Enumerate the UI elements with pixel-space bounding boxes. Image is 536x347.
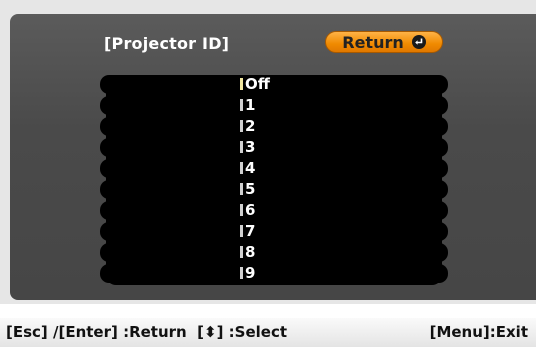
- option-4[interactable]: 4: [100, 159, 448, 178]
- option-label: 5: [245, 180, 256, 198]
- option-label: 7: [245, 222, 256, 240]
- option-marker: [240, 162, 243, 174]
- selection-marker: [240, 78, 243, 90]
- option-marker: [240, 204, 243, 216]
- option-label: 3: [245, 138, 256, 156]
- enter-icon: [411, 35, 426, 49]
- projector-id-list: Off 1 2 3 4 5 6 7 8 9: [100, 75, 448, 285]
- option-3[interactable]: 3: [100, 138, 448, 157]
- option-marker: [240, 141, 243, 153]
- option-1[interactable]: 1: [100, 96, 448, 115]
- option-label: 8: [245, 243, 256, 261]
- option-label: 4: [245, 159, 256, 177]
- option-8[interactable]: 8: [100, 243, 448, 262]
- option-marker: [240, 120, 243, 132]
- osd-background: [Projector ID] Return Off 1 2 3 4 5 6 7 …: [0, 0, 536, 304]
- option-label: 6: [245, 201, 256, 219]
- option-marker: [240, 246, 243, 258]
- return-button[interactable]: Return: [325, 31, 443, 53]
- option-label: Off: [245, 75, 270, 93]
- option-5[interactable]: 5: [100, 180, 448, 199]
- option-off[interactable]: Off: [100, 75, 448, 94]
- option-label: 2: [245, 117, 256, 135]
- option-marker: [240, 225, 243, 237]
- option-marker: [240, 99, 243, 111]
- option-6[interactable]: 6: [100, 201, 448, 220]
- help-instructions: [Esc] /[Enter] :Return [⬍] :Select: [6, 323, 288, 341]
- help-exit: [Menu]:Exit: [429, 323, 528, 341]
- option-9[interactable]: 9: [100, 264, 448, 283]
- option-marker: [240, 183, 243, 195]
- option-marker: [240, 267, 243, 279]
- menu-title: [Projector ID]: [104, 34, 230, 53]
- option-label: 9: [245, 264, 256, 282]
- help-bar: [Esc] /[Enter] :Return [⬍] :Select [Menu…: [0, 318, 536, 347]
- option-7[interactable]: 7: [100, 222, 448, 241]
- option-2[interactable]: 2: [100, 117, 448, 136]
- return-button-label: Return: [342, 32, 404, 52]
- option-label: 1: [245, 96, 256, 114]
